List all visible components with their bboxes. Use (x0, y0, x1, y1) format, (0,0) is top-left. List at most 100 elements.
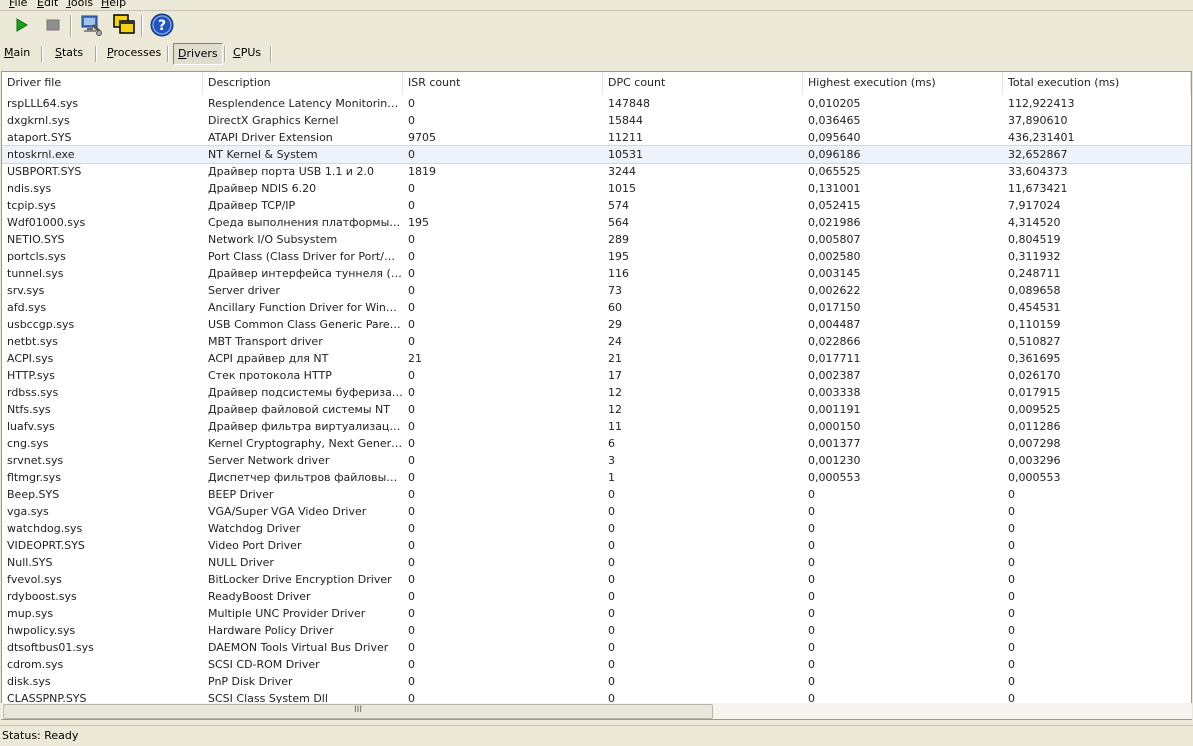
table-row[interactable]: portcls.sys Port Class (Class Driver for … (2, 248, 1191, 265)
stop-button[interactable] (41, 13, 65, 37)
table-row[interactable]: tunnel.sys Драйвер интерфейса туннеля (Ма… (2, 265, 1191, 282)
table-row[interactable]: VIDEOPRT.SYS Video Port Driver 0 0 0 0 (2, 537, 1191, 554)
table-row[interactable]: dtsoftbus01.sys DAEMON Tools Virtual Bus … (2, 639, 1191, 656)
menu-help[interactable]: Help (101, 0, 126, 10)
tab-cpus[interactable]: CPUs (229, 43, 265, 63)
column-header-driver-file[interactable]: Driver file (2, 72, 203, 94)
cell-dpc-count: 21 (608, 352, 622, 365)
cell-description: Server driver (208, 284, 280, 297)
cell-dpc-count: 73 (608, 284, 622, 297)
settings-button[interactable] (79, 13, 103, 37)
table-row[interactable]: cdrom.sys SCSI CD-ROM Driver 0 0 0 0 (2, 656, 1191, 673)
table-row[interactable]: luafv.sys Драйвер фильтра виртуализации .… (2, 418, 1191, 435)
table-row[interactable]: hwpolicy.sys Hardware Policy Driver 0 0 0 0 (2, 622, 1191, 639)
cell-total-execution: 0,007298 (1008, 437, 1061, 450)
svg-text:?: ? (158, 18, 166, 34)
cell-dpc-count: 0 (608, 658, 615, 671)
cell-driver-file: cdrom.sys (7, 658, 64, 671)
table-row[interactable]: dxgkrnl.sys DirectX Graphics Kernel 0 15844… (2, 112, 1191, 129)
menu-file[interactable]: File (9, 0, 27, 10)
cell-driver-file: ndis.sys (7, 182, 52, 195)
windows-button[interactable] (112, 13, 136, 37)
cell-driver-file: ntoskrnl.exe (7, 148, 75, 161)
table-row[interactable]: watchdog.sys Watchdog Driver 0 0 0 0 (2, 520, 1191, 537)
play-icon (16, 18, 28, 32)
start-button[interactable] (9, 13, 33, 37)
table-row[interactable]: Wdf01000.sys Среда выполнения платформы д… (2, 214, 1191, 231)
cell-description: DAEMON Tools Virtual Bus Driver (208, 641, 389, 654)
table-row[interactable]: mup.sys Multiple UNC Provider Driver 0 0 0 0 (2, 605, 1191, 622)
tab-main[interactable]: Main (0, 43, 34, 63)
cell-isr-count: 0 (408, 148, 415, 161)
column-header-dpc-count[interactable]: DPC count (603, 72, 803, 94)
cell-isr-count: 0 (408, 250, 415, 263)
table-row[interactable]: rdbss.sys Драйвер подсистемы буферизаци..… (2, 384, 1191, 401)
cell-highest-execution: 0,131001 (808, 182, 861, 195)
table-row[interactable]: afd.sys Ancillary Function Driver for Win… (2, 299, 1191, 316)
cell-dpc-count: 6 (608, 437, 615, 450)
table-row[interactable]: fvevol.sys BitLocker Drive Encryption Dri… (2, 571, 1191, 588)
table-row[interactable]: Null.SYS NULL Driver 0 0 0 0 (2, 554, 1191, 571)
cell-total-execution: 4,314520 (1008, 216, 1061, 229)
table-row[interactable]: usbccgp.sys USB Common Class Generic Pare… (2, 316, 1191, 333)
help-button[interactable]: ? (150, 13, 174, 37)
cell-isr-count: 0 (408, 658, 415, 671)
table-row[interactable]: netbt.sys MBT Transport driver 0 24 0,022866… (2, 333, 1191, 350)
table-row[interactable]: rdyboost.sys ReadyBoost Driver 0 0 0 0 (2, 588, 1191, 605)
table-row[interactable]: ataport.SYS ATAPI Driver Extension 9705 112… (2, 129, 1191, 146)
column-header-total-execution[interactable]: Total execution (ms) (1003, 72, 1191, 94)
cell-isr-count: 0 (408, 539, 415, 552)
table-row[interactable]: ndis.sys Драйвер NDIS 6.20 0 1015 0,131001 11… (2, 180, 1191, 197)
cell-highest-execution: 0,001230 (808, 454, 861, 467)
cell-isr-count: 0 (408, 97, 415, 110)
tab-drivers[interactable]: Drivers (173, 43, 223, 65)
cell-total-execution: 0 (1008, 573, 1015, 586)
table-row[interactable]: ntoskrnl.exe NT Kernel & System 0 10531 0,09… (2, 145, 1191, 164)
table-row[interactable]: rspLLL64.sys Resplendence Latency Monitor… (2, 95, 1191, 112)
scrollbar-thumb[interactable]: III (3, 704, 713, 719)
drivers-list[interactable]: Driver file Description ISR count DPC co… (1, 71, 1192, 720)
table-row[interactable]: fltmgr.sys Диспетчер фильтров файловых с.… (2, 469, 1191, 486)
cell-total-execution: 0 (1008, 641, 1015, 654)
cell-total-execution: 0 (1008, 539, 1015, 552)
menu-edit[interactable]: Edit (37, 0, 58, 10)
table-row[interactable]: Ntfs.sys Драйвер файловой системы NT 0 12 0,… (2, 401, 1191, 418)
cell-driver-file: HTTP.sys (7, 369, 55, 382)
column-header-highest-execution[interactable]: Highest execution (ms) (803, 72, 1003, 94)
tab-bar: Main Stats Processes Drivers CPUs (0, 41, 1193, 66)
cell-highest-execution: 0,001377 (808, 437, 861, 450)
cell-total-execution: 37,890610 (1008, 114, 1068, 127)
table-row[interactable]: tcpip.sys Драйвер TCP/IP 0 574 0,052415 7,917… (2, 197, 1191, 214)
cell-total-execution: 33,604373 (1008, 165, 1068, 178)
cell-highest-execution: 0,005807 (808, 233, 861, 246)
menu-tools[interactable]: Tools (66, 0, 93, 10)
table-row[interactable]: NETIO.SYS Network I/O Subsystem 0 289 0,0058… (2, 231, 1191, 248)
table-row[interactable]: HTTP.sys Стек протокола HTTP 0 17 0,002387 0,… (2, 367, 1191, 384)
table-row[interactable]: srvnet.sys Server Network driver 0 3 0,00123… (2, 452, 1191, 469)
cell-dpc-count: 0 (608, 522, 615, 535)
cell-total-execution: 0,089658 (1008, 284, 1061, 297)
cell-highest-execution: 0,021986 (808, 216, 861, 229)
cell-total-execution: 0 (1008, 522, 1015, 535)
table-row[interactable]: ACPI.sys ACPI драйвер для NT 21 21 0,017711 0… (2, 350, 1191, 367)
column-header-isr-count[interactable]: ISR count (403, 72, 603, 94)
column-header-description[interactable]: Description (203, 72, 403, 94)
horizontal-scrollbar[interactable]: III (1, 703, 1192, 719)
cell-dpc-count: 3244 (608, 165, 636, 178)
cell-driver-file: tcpip.sys (7, 199, 56, 212)
cell-highest-execution: 0 (808, 641, 815, 654)
table-row[interactable]: Beep.SYS BEEP Driver 0 0 0 0 (2, 486, 1191, 503)
table-row[interactable]: cng.sys Kernel Cryptography, Next Generat… (2, 435, 1191, 452)
tab-processes[interactable]: Processes (103, 43, 165, 63)
toolbar-separator (70, 15, 72, 37)
cell-description: NT Kernel & System (208, 148, 318, 161)
table-row[interactable]: disk.sys PnP Disk Driver 0 0 0 0 (2, 673, 1191, 690)
tab-separator (270, 46, 272, 62)
table-row[interactable]: USBPORT.SYS Драйвер порта USB 1.1 и 2.0 18… (2, 163, 1191, 180)
table-row[interactable]: srv.sys Server driver 0 73 0,002622 0,089658 (2, 282, 1191, 299)
cell-total-execution: 0,009525 (1008, 403, 1061, 416)
cell-total-execution: 0,804519 (1008, 233, 1061, 246)
table-row[interactable]: vga.sys VGA/Super VGA Video Driver 0 0 0 0 (2, 503, 1191, 520)
cell-highest-execution: 0,065525 (808, 165, 861, 178)
tab-stats[interactable]: Stats (51, 43, 87, 63)
